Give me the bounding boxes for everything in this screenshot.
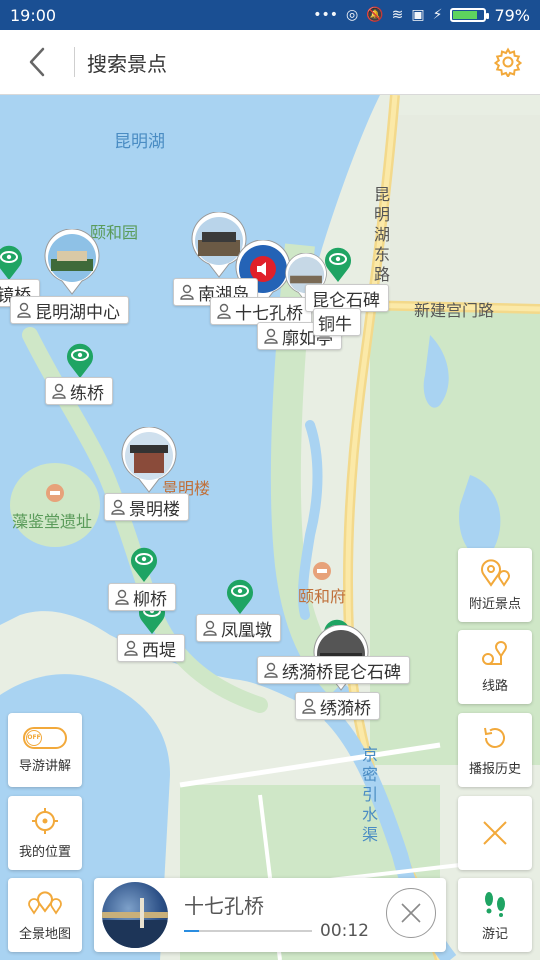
travel-notes-button[interactable]: 游记 <box>458 878 532 952</box>
spot-name: 绣漪桥 <box>320 698 371 719</box>
my-location-label: 我的位置 <box>18 844 71 860</box>
panorama-map-label: 全景地图 <box>18 926 71 942</box>
photo-pin-icon[interactable] <box>43 229 101 295</box>
spot-tag[interactable]: 西堤 <box>117 634 185 662</box>
gear-icon <box>493 47 523 77</box>
close-icon <box>483 821 507 845</box>
hotspot-icon: ◎ <box>345 7 359 23</box>
player-close-button[interactable] <box>386 888 436 938</box>
travel-notes-label: 游记 <box>481 926 508 942</box>
nearby-spots-button[interactable]: 附近景点 <box>458 548 532 622</box>
battery-icon <box>450 8 490 22</box>
photo-pin-icon[interactable] <box>120 427 178 493</box>
header-divider <box>74 47 75 77</box>
player-thumbnail <box>102 882 168 948</box>
broadcast-history-label: 播报历史 <box>468 761 521 777</box>
guide-toggle[interactable]: OFF <box>23 726 67 749</box>
person-icon <box>264 662 278 678</box>
notification-dots-icon: ••• <box>313 7 338 23</box>
footprints-icon <box>485 891 505 917</box>
scenic-pin-icon[interactable] <box>129 545 159 583</box>
poi-dot-icon <box>313 562 331 580</box>
thumbnail-image <box>102 898 168 948</box>
road-label-xinjian: 新建宫门路 <box>414 301 495 320</box>
nearby-pin-icon <box>481 558 510 587</box>
back-button[interactable] <box>0 30 74 94</box>
poi-label-zaojiantang: 藻鉴堂遗址 <box>12 512 93 531</box>
sim-icon: ▣ <box>411 7 425 23</box>
guide-toggle-state: OFF <box>26 729 42 746</box>
player-progress-fill <box>184 930 200 932</box>
spot-name: 绣漪桥昆仑石碑 <box>282 662 401 683</box>
person-icon <box>203 620 217 636</box>
wifi-icon: ≋ <box>391 7 404 23</box>
spot-name: 凤凰墩 <box>221 620 272 641</box>
person-icon <box>115 589 129 605</box>
person-icon <box>302 698 316 714</box>
chevron-left-icon <box>29 47 45 77</box>
map-pins-icon <box>28 890 62 915</box>
close-icon <box>401 903 421 923</box>
audio-player[interactable]: 十七孔桥 00:12 <box>94 878 446 952</box>
spot-tag[interactable]: 练桥 <box>45 377 113 405</box>
spot-tag[interactable]: 绣漪桥昆仑石碑 <box>257 656 410 684</box>
player-title: 十七孔桥 <box>184 894 264 918</box>
spot-name: 景明楼 <box>129 499 180 520</box>
spot-name: 西堤 <box>142 640 176 661</box>
spot-tag[interactable]: 十七孔桥 <box>210 297 312 325</box>
my-location-button[interactable]: 我的位置 <box>8 796 82 870</box>
settings-button[interactable] <box>476 30 540 94</box>
spot-name: 练桥 <box>70 383 104 404</box>
status-bar: 19:00 ••• ◎ 🔕 ≋ ▣ ⚡ 79% <box>0 0 540 30</box>
close-menu-button[interactable] <box>458 796 532 870</box>
scenic-pin-icon[interactable] <box>225 577 255 615</box>
nearby-spots-label: 附近景点 <box>468 596 521 612</box>
spot-name: 柳桥 <box>133 589 167 610</box>
charging-icon: ⚡ <box>432 7 443 23</box>
status-time: 19:00 <box>10 5 57 25</box>
person-icon <box>52 383 66 399</box>
scenic-pin-icon[interactable] <box>65 341 95 379</box>
person-icon <box>217 303 231 319</box>
route-button[interactable]: 线路 <box>458 630 532 704</box>
battery-percent: 79% <box>494 5 530 25</box>
guide-label: 导游讲解 <box>18 758 71 774</box>
road-label-kunming-east: 昆明湖东路 <box>374 185 391 284</box>
history-icon <box>484 727 505 748</box>
person-icon <box>111 499 125 515</box>
person-icon <box>264 328 278 344</box>
spot-name: 铜牛 <box>318 314 352 335</box>
spot-tag[interactable]: 昆明湖中心 <box>10 296 129 324</box>
player-progress-bar[interactable] <box>184 930 312 932</box>
spot-name: 昆明湖中心 <box>35 302 120 323</box>
page-title[interactable]: 搜索景点 <box>87 48 476 77</box>
status-icons: ••• ◎ 🔕 ≋ ▣ ⚡ 79% <box>313 6 530 25</box>
crosshair-icon <box>32 807 58 834</box>
spot-tag[interactable]: 柳桥 <box>108 583 176 611</box>
spot-tag[interactable]: 铜牛 <box>313 308 361 336</box>
app-bar: 搜索景点 <box>0 30 540 95</box>
person-icon <box>17 302 31 318</box>
player-time: 00:12 <box>320 921 369 941</box>
canal-label: 京密引水渠 <box>362 745 379 844</box>
mute-icon: 🔕 <box>366 7 384 23</box>
poi-label-yiheyuan-fu: 颐和府 <box>298 587 347 606</box>
scenic-pin-icon[interactable] <box>0 243 24 281</box>
spot-tag[interactable]: 凤凰墩 <box>196 614 281 642</box>
person-icon <box>180 284 194 300</box>
spot-tag[interactable]: 绣漪桥 <box>295 692 380 720</box>
lake-label: 昆明湖 <box>114 132 165 152</box>
spot-tag[interactable]: 景明楼 <box>104 493 189 521</box>
spot-name: 昆仑石碑 <box>312 290 380 311</box>
panorama-map-button[interactable]: 全景地图 <box>8 878 82 952</box>
poi-dot-icon <box>46 484 64 502</box>
route-label: 线路 <box>481 678 508 694</box>
broadcast-history-button[interactable]: 播报历史 <box>458 713 532 787</box>
guide-button[interactable]: OFF 导游讲解 <box>8 713 82 787</box>
spot-name: 十七孔桥 <box>235 303 303 324</box>
route-icon <box>482 640 507 665</box>
person-icon <box>124 640 138 656</box>
